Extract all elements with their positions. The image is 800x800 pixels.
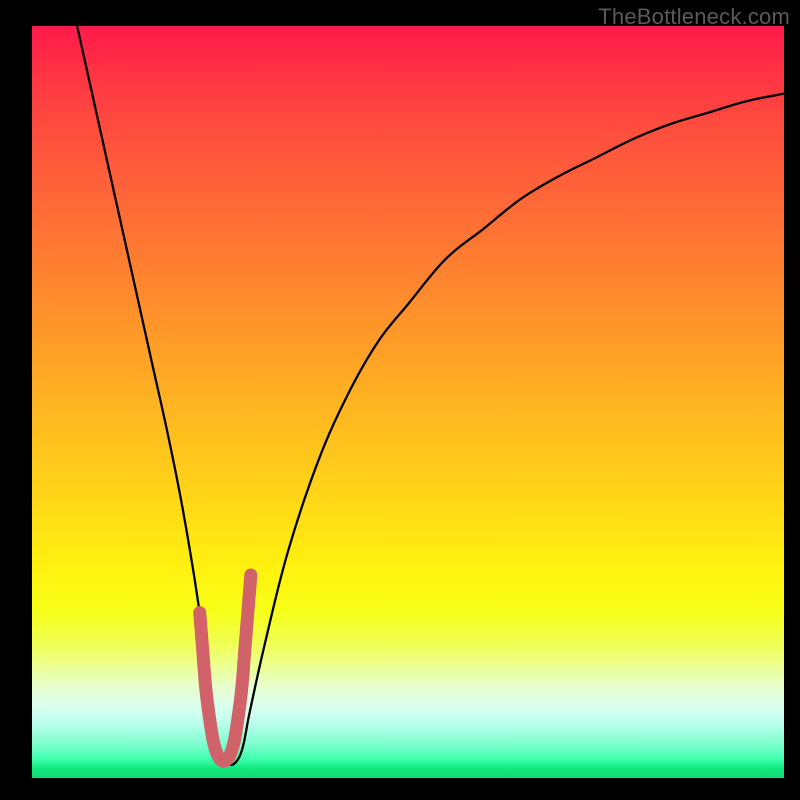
chart-frame: TheBottleneck.com: [0, 0, 800, 800]
curve-overlay: [32, 26, 784, 778]
sweet-spot-marker: [200, 575, 251, 761]
bottleneck-curve: [77, 26, 784, 765]
gradient-plot-area: [32, 26, 784, 778]
